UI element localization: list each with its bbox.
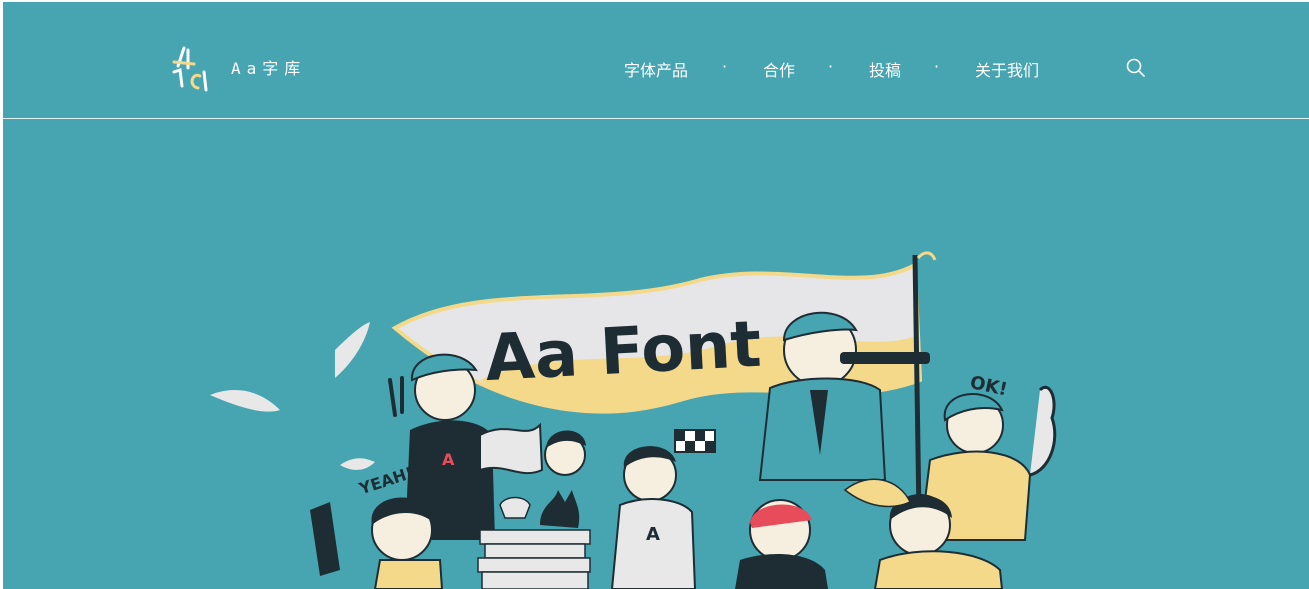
book-stack bbox=[479, 529, 591, 545]
pole-ribbon bbox=[916, 251, 937, 261]
ok-hand-icon bbox=[1029, 386, 1057, 477]
book-stack bbox=[484, 543, 586, 559]
telescope bbox=[840, 352, 930, 364]
checker-square bbox=[705, 441, 715, 452]
peace-hand-icon bbox=[388, 376, 404, 417]
paper-icon bbox=[210, 390, 280, 412]
bandana-person-shirt bbox=[735, 554, 828, 589]
shirt-letter: A bbox=[646, 524, 660, 545]
nav-separator: · bbox=[934, 57, 940, 76]
banner-title: Aa Font bbox=[483, 308, 763, 396]
cat-icon bbox=[540, 490, 580, 528]
paper-icon bbox=[340, 458, 375, 470]
site-header: Aa字库 字体产品 · 合作 · 投稿 · 关于我们 bbox=[0, 0, 1309, 119]
hero-illustration: Aa Font OK! A YEAH! A bbox=[210, 251, 1057, 589]
blonde-hair bbox=[843, 478, 911, 508]
laptop-icon bbox=[310, 502, 340, 576]
hoodie-letter: A bbox=[442, 450, 455, 469]
laughing-person-shirt bbox=[873, 550, 1004, 589]
brand-name[interactable]: Aa字库 bbox=[231, 55, 306, 79]
nav-item-submit[interactable]: 投稿 bbox=[869, 57, 901, 81]
small-flag bbox=[479, 422, 544, 475]
coffee-cup-icon bbox=[499, 496, 531, 519]
paper-icon bbox=[335, 322, 370, 378]
striped-shirt bbox=[373, 559, 444, 589]
book-stack bbox=[481, 571, 589, 589]
book-stack bbox=[477, 557, 591, 573]
nav-item-fonts[interactable]: 字体产品 bbox=[624, 57, 688, 81]
checker-square bbox=[685, 441, 695, 452]
search-icon[interactable] bbox=[1125, 57, 1147, 79]
nav-item-cooperation[interactable]: 合作 bbox=[763, 57, 795, 81]
nav-separator: · bbox=[828, 57, 834, 76]
aa-logo-icon[interactable] bbox=[170, 46, 210, 94]
nav-separator: · bbox=[722, 57, 728, 76]
checker-square bbox=[675, 430, 685, 441]
checker-square bbox=[695, 430, 705, 441]
nav-item-about[interactable]: 关于我们 bbox=[975, 57, 1039, 81]
